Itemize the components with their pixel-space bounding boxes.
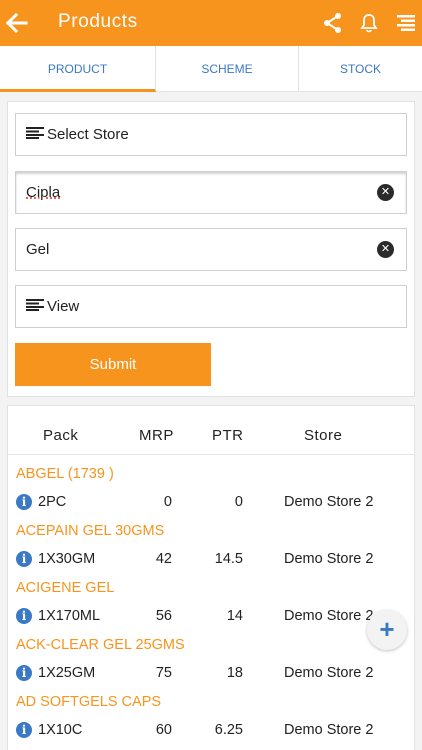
view-dropdown[interactable]: View (15, 285, 407, 328)
cell-ptr: 14.5 (214, 551, 243, 567)
bell-icon[interactable] (356, 10, 382, 36)
cell-mrp: 0 (163, 494, 172, 510)
info-icon[interactable]: i (16, 608, 32, 624)
cell-store: Demo Store 2 (284, 494, 374, 510)
table-row: i 1X30GM 42 14.5 Demo Store 2 (0, 549, 422, 571)
table-row: i 1X170ML 56 14 Demo Store 2 (0, 606, 422, 628)
cell-mrp: 42 (155, 551, 172, 567)
cell-mrp: 75 (155, 665, 172, 681)
cell-store: Demo Store 2 (284, 722, 374, 738)
menu-icon[interactable] (393, 10, 419, 36)
product-name[interactable]: ACK-CLEAR GEL 25GMS (16, 637, 185, 653)
tab-product[interactable]: PRODUCT (0, 46, 156, 92)
cell-pack: 1X170ML (38, 608, 101, 624)
clear-icon[interactable]: ✕ (377, 184, 394, 201)
select-store-label: Select Store (47, 126, 129, 143)
product-name[interactable]: ACIGENE GEL (16, 580, 114, 596)
table-row: i 1X10C 60 6.25 Demo Store 2 (0, 720, 422, 742)
cell-pack: 1X30GM (38, 551, 96, 567)
cell-pack: 1X10C (38, 722, 83, 738)
cell-ptr: 0 (234, 494, 243, 510)
header-pack: Pack (43, 427, 79, 444)
add-button[interactable]: + (367, 610, 407, 650)
back-arrow-icon[interactable] (5, 9, 28, 37)
view-label: View (47, 298, 80, 315)
cell-store: Demo Store 2 (284, 608, 374, 624)
clear-icon[interactable]: ✕ (377, 241, 394, 258)
tab-stock[interactable]: STOCK (299, 46, 422, 92)
list-icon (26, 299, 44, 311)
product-input[interactable]: Gel ✕ (15, 228, 407, 271)
app-bar: Products (0, 0, 422, 46)
header-ptr: PTR (212, 427, 244, 444)
cell-store: Demo Store 2 (284, 551, 374, 567)
tab-bar: PRODUCT SCHEME STOCK (0, 46, 422, 92)
header-mrp: MRP (139, 427, 174, 444)
cell-mrp: 60 (155, 722, 172, 738)
plus-icon: + (379, 614, 395, 644)
table-row: i 1X25GM 75 18 Demo Store 2 (0, 663, 422, 685)
info-icon[interactable]: i (16, 665, 32, 681)
cell-pack: 2PC (38, 494, 67, 510)
cell-store: Demo Store 2 (284, 665, 374, 681)
company-input[interactable]: Cipla ✕ (15, 171, 407, 214)
cell-ptr: 6.25 (214, 722, 243, 738)
list-icon (26, 127, 44, 139)
product-name[interactable]: ACEPAIN GEL 30GMS (16, 523, 164, 539)
divider (8, 454, 415, 455)
submit-button[interactable]: Submit (15, 343, 211, 386)
share-icon[interactable] (320, 10, 346, 36)
cell-ptr: 18 (226, 665, 243, 681)
product-value: Gel (26, 241, 50, 258)
info-icon[interactable]: i (16, 722, 32, 738)
cell-mrp: 56 (155, 608, 172, 624)
product-name[interactable]: AD SOFTGELS CAPS (16, 694, 161, 710)
company-value: Cipla (26, 184, 61, 201)
table-row: i 2PC 0 0 Demo Store 2 (0, 492, 422, 514)
info-icon[interactable]: i (16, 494, 32, 510)
info-icon[interactable]: i (16, 551, 32, 567)
cell-ptr: 14 (226, 608, 243, 624)
page-title: Products (58, 11, 138, 32)
product-name[interactable]: ABGEL (1739 ) (16, 466, 114, 482)
tab-scheme[interactable]: SCHEME (156, 46, 299, 92)
select-store-dropdown[interactable]: Select Store (15, 113, 407, 156)
cell-pack: 1X25GM (38, 665, 96, 681)
header-store: Store (304, 427, 343, 444)
